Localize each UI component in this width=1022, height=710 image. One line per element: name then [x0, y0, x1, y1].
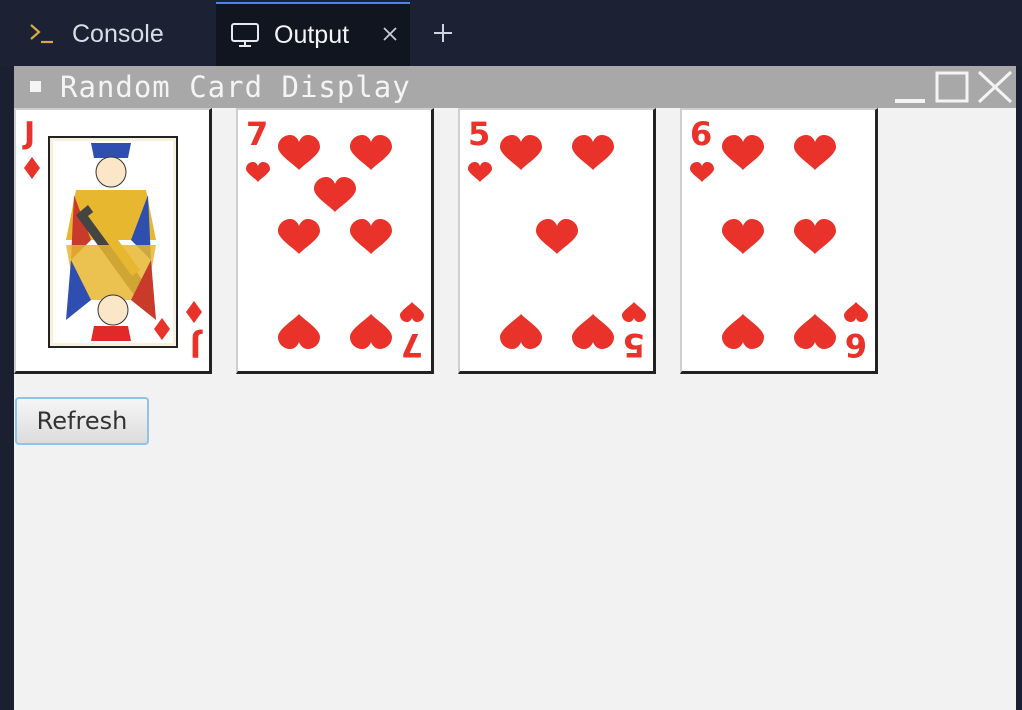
monitor-icon — [230, 21, 260, 49]
close-icon[interactable] — [382, 26, 398, 42]
tab-output-label: Output — [274, 20, 350, 49]
card-seven-of-hearts: 7 7 — [236, 108, 434, 374]
rank-label-inverted: 7 — [401, 326, 423, 364]
rank-label: J — [22, 116, 35, 151]
card-jack-of-diamonds: J J — [14, 108, 212, 374]
jack-face-art — [53, 141, 173, 343]
tab-output[interactable]: Output — [216, 2, 410, 66]
plus-icon[interactable] — [428, 18, 458, 48]
rank-label: 5 — [468, 115, 490, 153]
refresh-button[interactable]: Refresh — [15, 397, 149, 445]
app-window: Random Card Display J J 7 7 5 5 6 6 Refr… — [14, 66, 1016, 710]
tab-bar: Console Output — [0, 0, 1022, 66]
tab-console[interactable]: Console — [0, 2, 214, 66]
card-five-of-hearts: 5 5 — [458, 108, 656, 374]
window-title: Random Card Display — [60, 70, 411, 104]
tab-console-label: Console — [72, 19, 164, 48]
minimize-icon[interactable] — [892, 72, 928, 108]
rank-label-inverted: J — [190, 328, 203, 363]
maximize-icon[interactable] — [934, 70, 970, 108]
card-six-of-hearts: 6 6 — [680, 108, 878, 374]
terminal-icon — [28, 21, 56, 47]
rank-label: 6 — [690, 115, 712, 153]
rank-label: 7 — [246, 115, 268, 153]
system-menu-icon[interactable] — [30, 81, 41, 92]
window-titlebar[interactable]: Random Card Display — [14, 66, 1016, 108]
rank-label-inverted: 6 — [845, 326, 867, 364]
rank-label-inverted: 5 — [623, 326, 645, 364]
close-icon[interactable] — [976, 70, 1014, 108]
